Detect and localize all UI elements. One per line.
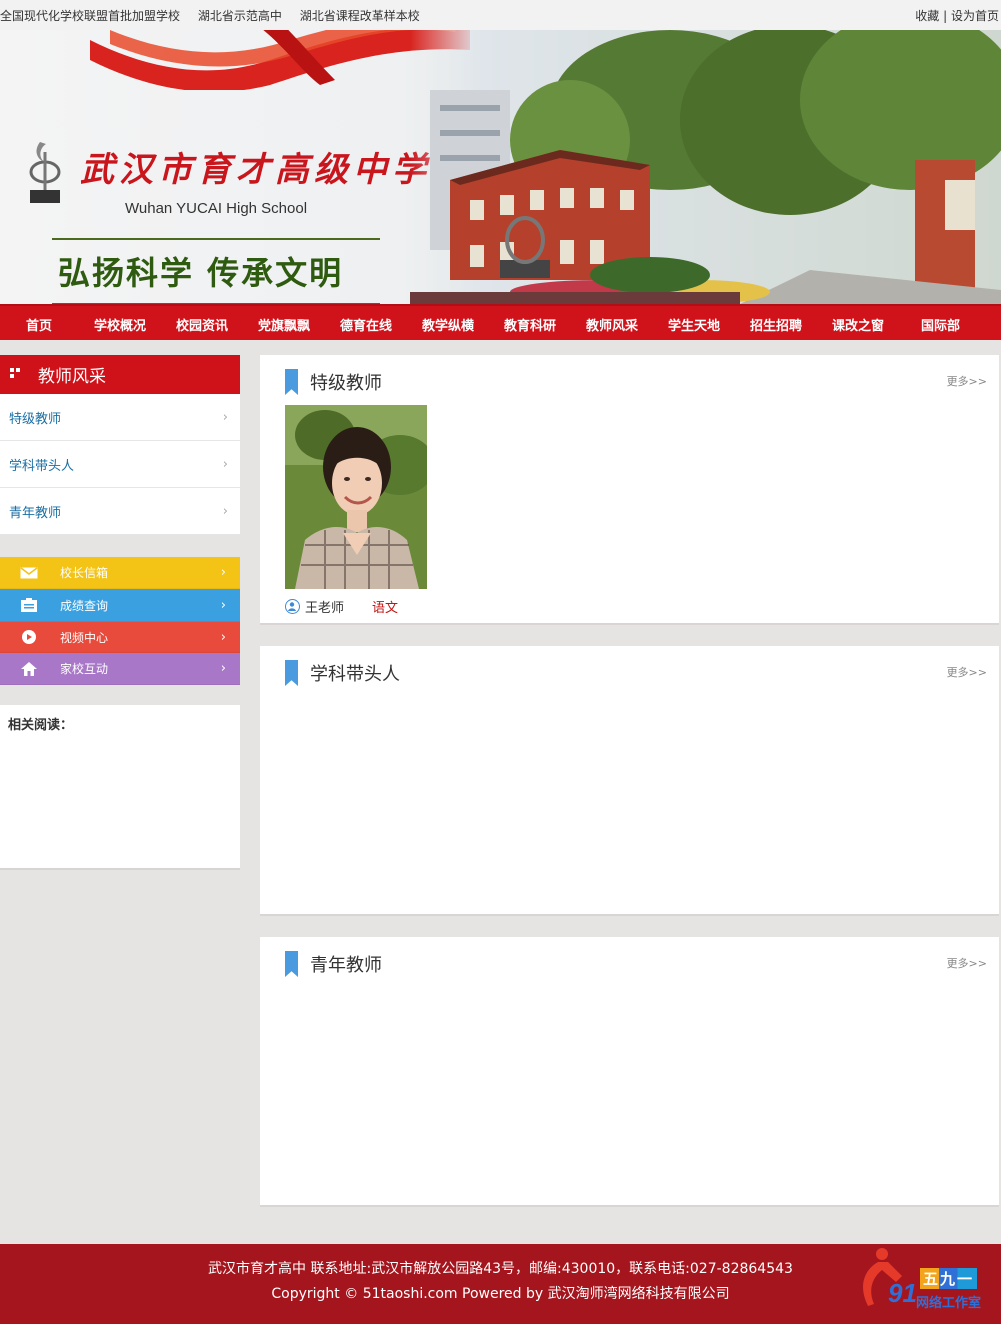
nav-party[interactable]: 党旗飘飘 bbox=[258, 315, 310, 334]
header-banner: 武汉市育才高级中学 Wuhan YUCAI High School 弘扬科学 传… bbox=[0, 30, 1001, 304]
logo-text: 网络工作室 bbox=[916, 1296, 982, 1311]
nav-curriculum-reform[interactable]: 课改之窗 bbox=[832, 315, 884, 334]
nav-school-overview[interactable]: 学校概况 bbox=[94, 315, 146, 334]
quick-link-video-center[interactable]: 视频中心 › bbox=[0, 622, 240, 653]
grid-dots-icon bbox=[10, 367, 24, 382]
teacher-photo[interactable] bbox=[285, 405, 427, 589]
more-link[interactable]: 更多>> bbox=[947, 955, 987, 971]
teacher-caption: 王老师 语文 bbox=[285, 597, 427, 616]
panel-title: 特级教师 bbox=[285, 369, 382, 395]
document-icon bbox=[18, 597, 40, 613]
bookmark-icon bbox=[285, 369, 298, 395]
school-name-en: Wuhan YUCAI High School bbox=[125, 200, 308, 217]
quick-link-label: 成绩查询 bbox=[60, 598, 109, 613]
top-bar: 全国现代化学校联盟首批加盟学校 湖北省示范高中 湖北省课程改革样本校 收藏 | … bbox=[0, 0, 1001, 30]
main-nav: 首页 学校概况 校园资讯 党旗飘飘 德育在线 教学纵横 教育科研 教师风采 学生… bbox=[0, 304, 1001, 340]
set-home-link[interactable]: 设为首页 bbox=[951, 9, 999, 23]
nav-admissions[interactable]: 招生招聘 bbox=[750, 315, 802, 334]
footer-contact: 武汉市育才高中 联系地址:武汉市解放公园路43号，邮编:430010，联系电话:… bbox=[208, 1261, 793, 1277]
sidebar-item-young-teachers[interactable]: 青年教师 › bbox=[0, 488, 240, 535]
top-links: 收藏 | 设为首页 bbox=[915, 7, 1001, 24]
panel-subject-leaders: 学科带头人 更多>> bbox=[260, 646, 999, 916]
quick-links: 校长信箱 › 成绩查询 › 视频中心 › 家校互动 › bbox=[0, 557, 240, 685]
top-link-separator: | bbox=[943, 8, 948, 23]
quick-link-label: 视频中心 bbox=[60, 630, 109, 645]
teacher-card[interactable]: 王老师 语文 bbox=[285, 405, 427, 616]
teacher-subject: 语文 bbox=[372, 601, 399, 616]
play-icon bbox=[18, 629, 40, 645]
more-link[interactable]: 更多>> bbox=[947, 664, 987, 680]
quick-link-score-query[interactable]: 成绩查询 › bbox=[0, 589, 240, 622]
chevron-right-icon: › bbox=[220, 565, 226, 580]
quick-link-principal-mailbox[interactable]: 校长信箱 › bbox=[0, 557, 240, 589]
related-reading-box: 相关阅读： bbox=[0, 705, 240, 870]
nav-teaching[interactable]: 教学纵横 bbox=[422, 315, 474, 334]
chevron-right-icon: › bbox=[220, 597, 226, 613]
footer: 武汉市育才高中 联系地址:武汉市解放公园路43号，邮编:430010，联系电话:… bbox=[0, 1244, 1001, 1324]
nav-students[interactable]: 学生天地 bbox=[668, 315, 720, 334]
related-reading-title: 相关阅读： bbox=[8, 718, 74, 733]
sidebar-header: 教师风采 bbox=[0, 355, 240, 394]
chevron-right-icon: › bbox=[222, 503, 228, 519]
teacher-name[interactable]: 王老师 bbox=[305, 597, 344, 616]
sidebar-item-special-teachers[interactable]: 特级教师 › bbox=[0, 394, 240, 441]
sidebar-item-label: 特级教师 bbox=[9, 411, 62, 427]
sidebar-item-label: 青年教师 bbox=[9, 505, 62, 521]
school-name-cn: 武汉市育才高级中学 bbox=[80, 150, 431, 190]
nav-home[interactable]: 首页 bbox=[26, 315, 52, 334]
more-link[interactable]: 更多>> bbox=[947, 373, 987, 389]
studio-logo: 91 五九一 网络工作室 bbox=[852, 1244, 1001, 1324]
school-emblem bbox=[29, 142, 61, 203]
panel-title: 学科带头人 bbox=[285, 660, 400, 686]
panel-young-teachers: 青年教师 更多>> bbox=[260, 937, 999, 1207]
school-tags: 全国现代化学校联盟首批加盟学校 湖北省示范高中 湖北省课程改革样本校 bbox=[0, 7, 434, 24]
quick-link-home-school[interactable]: 家校互动 › bbox=[0, 653, 240, 685]
sidebar-item-label: 学科带头人 bbox=[9, 458, 75, 474]
sidebar-item-subject-leaders[interactable]: 学科带头人 › bbox=[0, 441, 240, 488]
panel-title: 青年教师 bbox=[285, 951, 382, 977]
bookmark-icon bbox=[285, 951, 298, 977]
school-slogan: 弘扬科学 传承文明 bbox=[58, 254, 344, 292]
quick-link-label: 校长信箱 bbox=[60, 566, 109, 580]
chevron-right-icon: › bbox=[220, 629, 226, 645]
bookmark-icon bbox=[285, 660, 298, 686]
nav-campus-news[interactable]: 校园资讯 bbox=[176, 315, 228, 334]
nav-moral-education[interactable]: 德育在线 bbox=[340, 315, 392, 334]
nav-international[interactable]: 国际部 bbox=[921, 315, 960, 334]
school-tag: 湖北省示范高中 bbox=[197, 8, 282, 23]
logo-number: 91 bbox=[888, 1278, 917, 1308]
school-tag: 湖北省课程改革样本校 bbox=[299, 8, 420, 23]
panel-title-text: 青年教师 bbox=[310, 955, 382, 976]
campus-photo bbox=[410, 30, 1001, 304]
slogan-top-rule bbox=[52, 238, 380, 240]
favorite-link[interactable]: 收藏 bbox=[915, 9, 939, 23]
nav-teachers[interactable]: 教师风采 bbox=[586, 315, 638, 334]
home-icon bbox=[18, 661, 40, 677]
chevron-right-icon: › bbox=[220, 661, 226, 676]
chevron-right-icon: › bbox=[222, 409, 228, 425]
footer-copyright: Copyright © 51taoshi.com Powered by 武汉淘师… bbox=[271, 1286, 730, 1302]
panel-special-teachers: 特级教师 更多>> 王老师 语文 bbox=[260, 355, 999, 625]
logo-chars: 五九一 bbox=[920, 1268, 978, 1289]
school-tag: 全国现代化学校联盟首批加盟学校 bbox=[0, 8, 181, 23]
panel-title-text: 特级教师 bbox=[310, 373, 382, 394]
sidebar-menu: 特级教师 › 学科带头人 › 青年教师 › bbox=[0, 394, 240, 535]
chevron-right-icon: › bbox=[222, 456, 228, 472]
panel-title-text: 学科带头人 bbox=[310, 664, 400, 685]
quick-link-label: 家校互动 bbox=[60, 662, 109, 676]
nav-research[interactable]: 教育科研 bbox=[504, 315, 556, 334]
sidebar-title: 教师风采 bbox=[38, 367, 106, 387]
mail-icon bbox=[18, 565, 40, 581]
user-icon bbox=[285, 599, 300, 614]
